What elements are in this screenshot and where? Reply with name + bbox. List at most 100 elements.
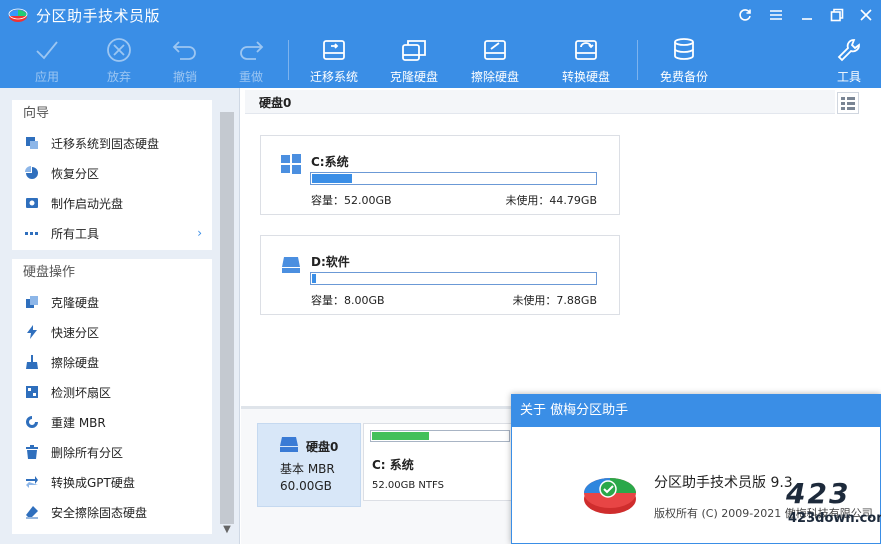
disk-header-title: 硬盘0 <box>259 96 292 110</box>
menu-button[interactable] <box>765 4 787 26</box>
sidebar-item-label: 快速分区 <box>51 325 100 340</box>
partition-usage-bar <box>310 172 597 185</box>
clone-disk-icon <box>399 36 429 64</box>
sidebar-item-rebuild-mbr[interactable]: 重建 MBR <box>12 407 212 437</box>
close-icon <box>860 9 872 21</box>
checkmark-icon <box>32 36 62 64</box>
refresh-button[interactable] <box>734 4 756 26</box>
redo-button[interactable]: 重做 <box>216 34 286 86</box>
about-product-name: 分区助手技术员版 9.3 <box>654 475 793 491</box>
sidebar-item-migrate-ssd[interactable]: 迁移系统到固态硬盘 <box>12 128 212 158</box>
partition-free-space: 未使用：44.79GB <box>505 194 597 207</box>
partition-free-space: 未使用：7.88GB <box>512 294 597 307</box>
sidebar-item-label: 制作启动光盘 <box>51 196 124 211</box>
sidebar-item-check-bad-sectors[interactable]: 检测坏扇区 <box>12 377 212 407</box>
sidebar-item-label: 擦除硬盘 <box>51 355 100 370</box>
undo-button[interactable]: 撤销 <box>150 34 220 86</box>
partition-card-d[interactable]: D:软件 容量：8.00GB 未使用：7.88GB <box>260 235 620 315</box>
recover-partition-icon <box>25 166 39 180</box>
disk-name: 硬盘0 <box>306 440 339 454</box>
apply-button[interactable]: 应用 <box>12 34 82 86</box>
sidebar-item-wipe-disk[interactable]: 擦除硬盘 <box>12 347 212 377</box>
more-dots-icon <box>25 226 39 240</box>
migrate-icon <box>25 136 39 150</box>
sidebar-item-convert-gpt[interactable]: 转换成GPT硬盘 <box>12 467 212 497</box>
migrate-os-button[interactable]: 迁移系统 <box>299 34 369 86</box>
sidebar-item-label: 检测坏扇区 <box>51 385 112 400</box>
bad-sector-icon <box>25 385 39 399</box>
menu-icon <box>770 10 782 20</box>
convert-disk-label: 转换硬盘 <box>561 70 610 84</box>
sidebar-item-boot-disc[interactable]: 制作启动光盘 <box>12 188 212 218</box>
broom-icon <box>25 355 39 369</box>
lightning-icon <box>25 325 39 339</box>
sidebar-item-secure-erase-ssd[interactable]: 安全擦除固态硬盘 <box>12 497 212 527</box>
title-bar: 分区助手技术员版 <box>0 0 881 30</box>
restore-button[interactable] <box>826 4 848 26</box>
top-bar: 分区助手技术员版 应用 放弃 撤销 重做 迁移系统 克隆硬盘 擦除硬盘 转换硬盘… <box>0 0 881 88</box>
wipe-disk-label: 擦除硬盘 <box>470 70 519 84</box>
tools-button[interactable]: 工具 <box>815 34 881 86</box>
toolbar: 应用 放弃 撤销 重做 迁移系统 克隆硬盘 擦除硬盘 转换硬盘 免费备份 工具 <box>0 34 881 88</box>
partition-card-c[interactable]: C:系统 容量：52.00GB 未使用：44.79GB <box>260 135 620 215</box>
sidebar-item-label: 所有工具 <box>51 226 100 241</box>
wrench-icon <box>834 36 864 64</box>
app-logo-icon <box>8 8 28 22</box>
sidebar-item-label: 迁移系统到固态硬盘 <box>51 136 160 151</box>
cancel-circle-icon <box>104 36 134 64</box>
rebuild-icon <box>25 415 39 429</box>
disk-operations-panel: 硬盘操作 克隆硬盘 快速分区 擦除硬盘 检测坏扇区 重建 MBR 删除所有分区 … <box>12 259 212 534</box>
sidebar-item-label: 克隆硬盘 <box>51 295 100 310</box>
disk-size: 60.00GB <box>280 479 332 493</box>
discard-label: 放弃 <box>106 70 131 84</box>
partition-usage-fill <box>312 274 316 283</box>
sidebar-item-label: 重建 MBR <box>51 415 106 430</box>
partition-usage-fill <box>312 174 352 183</box>
partition-name: C:系统 <box>311 155 349 169</box>
about-dialog-title: 关于 傲梅分区助手 <box>512 395 881 427</box>
drive-icon <box>281 254 301 274</box>
free-backup-button[interactable]: 免费备份 <box>649 34 719 86</box>
app-logo-icon <box>584 478 636 514</box>
sidebar-item-label: 删除所有分区 <box>51 445 124 460</box>
database-backup-icon <box>669 36 699 64</box>
convert-disk-button[interactable]: 转换硬盘 <box>551 34 621 86</box>
sidebar-item-delete-all-partitions[interactable]: 删除所有分区 <box>12 437 212 467</box>
watermark-number: 423 <box>786 477 851 510</box>
wizard-heading: 向导 <box>23 106 50 121</box>
minimize-icon <box>802 18 812 20</box>
sidebar-item-quick-partition[interactable]: 快速分区 <box>12 317 212 347</box>
toolbar-separator <box>288 40 289 80</box>
sidebar-item-label: 恢复分区 <box>51 166 100 181</box>
minimize-button[interactable] <box>796 4 818 26</box>
disk-header: 硬盘0 <box>245 90 835 114</box>
refresh-icon <box>739 9 751 21</box>
wipe-disk-button[interactable]: 擦除硬盘 <box>460 34 530 86</box>
sidebar-item-all-tools[interactable]: 所有工具 › <box>12 218 212 248</box>
apply-label: 应用 <box>34 70 59 84</box>
clone-disk-button[interactable]: 克隆硬盘 <box>379 34 449 86</box>
free-backup-label: 免费备份 <box>659 70 708 84</box>
view-toggle-button[interactable] <box>837 92 859 114</box>
disk-map-partition-c[interactable]: C: 系统 52.00GB NTFS <box>363 423 523 501</box>
partition-usage-bar <box>310 272 597 285</box>
redo-label: 重做 <box>238 70 263 84</box>
disk-0-box[interactable]: 硬盘0 基本 MBR 60.00GB <box>257 423 361 507</box>
sidebar-item-clone-disk[interactable]: 克隆硬盘 <box>12 287 212 317</box>
scroll-down-arrow-icon[interactable]: ▼ <box>220 524 234 540</box>
list-view-icon <box>841 97 855 110</box>
clone-icon <box>25 295 39 309</box>
eraser-icon <box>25 505 39 519</box>
disk-map-partition-info: 52.00GB NTFS <box>372 480 444 491</box>
sidebar-scrollbar[interactable] <box>220 112 234 524</box>
sidebar-item-recover-partition[interactable]: 恢复分区 <box>12 158 212 188</box>
discard-button[interactable]: 放弃 <box>84 34 154 86</box>
convert-disk-icon <box>571 36 601 64</box>
watermark: 423 423down.com <box>776 477 881 543</box>
convert-icon <box>25 475 39 489</box>
clone-disk-label: 克隆硬盘 <box>389 70 438 84</box>
close-button[interactable] <box>855 4 877 26</box>
window-title: 分区助手技术员版 <box>36 7 161 25</box>
partition-capacity: 容量：52.00GB <box>311 194 392 207</box>
migrate-os-label: 迁移系统 <box>309 70 358 84</box>
